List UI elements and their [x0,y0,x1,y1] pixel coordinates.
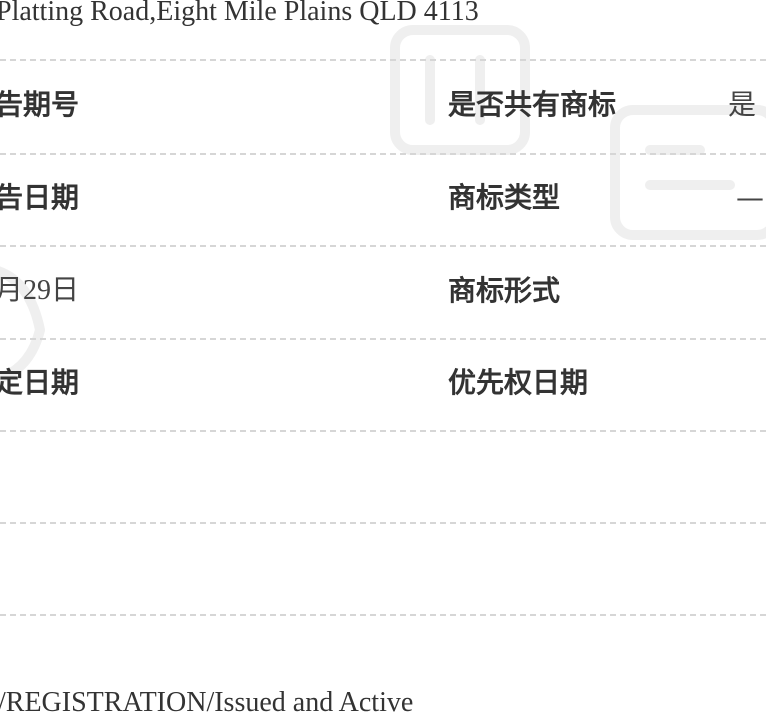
announcement-date-label: 告日期 [0,181,80,214]
divider [0,59,766,61]
priority-date-label: 优先权日期 [448,366,589,399]
address-line: Platting Road,Eight Mile Plains QLD 4113 [0,0,479,27]
status-line: /REGISTRATION/Issued and Active [0,687,414,718]
trademark-form-label: 商标形式 [448,274,561,307]
divider [0,245,766,247]
divider [0,430,766,432]
divider [0,614,766,616]
divider [0,153,766,155]
announcement-issue-number-label: 告期号 [0,88,80,121]
trademark-type-value: — [736,181,764,214]
shared-trademark-value: 是 [728,88,757,121]
divider [0,522,766,524]
divider [0,338,766,340]
date-value: 月29日 [0,275,80,306]
watermark-logo [0,25,766,384]
trademark-type-label: 商标类型 [448,181,561,214]
determination-date-label: 定日期 [0,366,80,399]
shared-trademark-label: 是否共有商标 [448,88,617,121]
